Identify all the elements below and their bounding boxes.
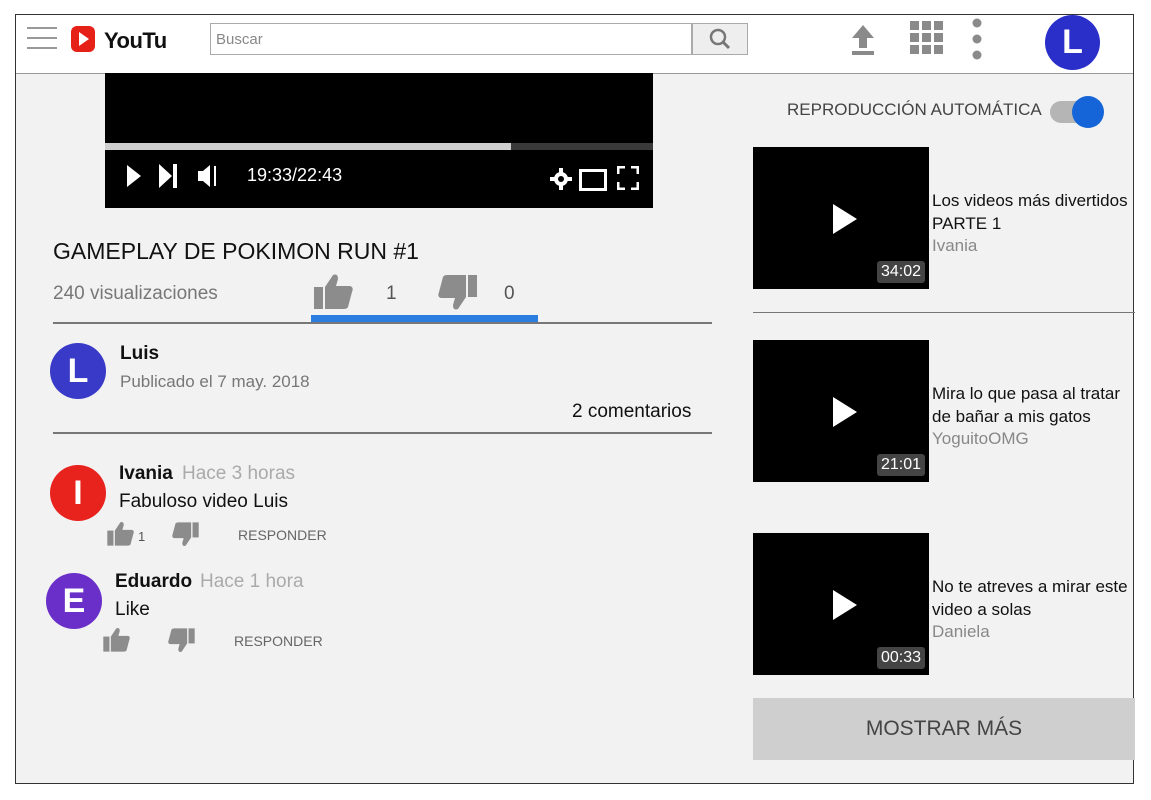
comment-like-icon[interactable] [103,627,131,653]
comment-text: Like [115,599,150,620]
video-duration: 21:01 [876,454,925,476]
autoplay-toggle-knob [1072,96,1104,128]
dislike-count: 0 [504,283,515,304]
comment-like-count: 1 [138,529,146,544]
video-title-line[interactable]: video a solas [932,598,1031,621]
fullscreen-icon[interactable] [617,166,639,190]
video-duration: 00:33 [876,647,925,669]
uploader-avatar-letter: L [67,352,89,390]
video-channel[interactable]: Daniela [932,622,990,642]
search-input[interactable] [211,24,691,54]
comment-author[interactable]: Ivania [119,463,173,485]
suggested-video[interactable]: 34:02 Los videos más divertidos PARTE 1 … [753,147,1135,291]
video-title-line[interactable]: Los videos más divertidos [932,189,1128,212]
view-count: 240 visualizaciones [53,283,218,304]
dislike-icon[interactable] [437,273,477,311]
play-icon[interactable] [127,165,141,187]
video-thumbnail[interactable]: 34:02 [753,147,929,289]
like-count: 1 [386,283,397,304]
progress-bar[interactable] [105,143,653,150]
play-icon [833,204,857,234]
play-icon [833,590,857,620]
publish-date: Publicado el 7 may. 2018 [120,372,310,391]
volume-icon[interactable] [198,163,220,189]
divider [753,312,1135,313]
comment-author[interactable]: Eduardo [115,571,192,593]
suggested-video[interactable]: 21:01 Mira lo que pasa al tratar de baña… [753,340,1135,484]
search-icon [709,28,731,50]
upload-icon[interactable] [850,23,876,57]
video-thumbnail[interactable]: 00:33 [753,533,929,675]
divider [53,322,712,324]
show-more-button[interactable]: MOSTRAR MÁS [753,698,1135,760]
app-frame: YouTu L [15,14,1135,784]
theater-mode-icon[interactable] [579,169,607,191]
comment-time: Hace 3 horas [182,463,296,484]
more-options-icon[interactable] [970,17,984,61]
account-avatar[interactable]: L [1045,15,1100,70]
search-button[interactable] [692,23,748,55]
video-title-line[interactable]: PARTE 1 [932,212,1001,235]
autoplay-label: REPRODUCCIÓN AUTOMÁTICA [787,100,1042,119]
comments-count: 2 comentarios [572,401,692,422]
menu-icon[interactable] [27,25,57,51]
account-avatar-letter: L [1062,23,1083,61]
comment-item: E Eduardo Hace 1 hora Like RESPONDER [16,563,716,663]
playback-time: 19:33/22:43 [247,165,343,185]
video-title-line[interactable]: Mira lo que pasa al tratar [932,382,1120,405]
top-bar: YouTu L [16,15,1133,74]
reply-button[interactable]: RESPONDER [234,633,323,649]
comment-avatar[interactable]: I [50,465,106,521]
progress-bar-fill [105,143,511,150]
video-duration: 34:02 [876,261,925,283]
video-title-line[interactable]: No te atreves a mirar este [932,575,1128,598]
uploader-name[interactable]: Luis [120,343,159,365]
comment-like-icon[interactable] [107,521,135,547]
video-channel[interactable]: YoguitoOMG [932,429,1029,449]
comment-avatar-letter: I [73,474,83,512]
settings-gear-icon[interactable] [550,167,572,191]
divider [53,432,712,434]
youtube-logo-icon[interactable] [71,26,95,52]
suggested-video[interactable]: 00:33 No te atreves a mirar este video a… [753,533,1135,677]
reply-button[interactable]: RESPONDER [238,527,327,543]
autoplay-toggle[interactable] [1048,95,1106,129]
video-title-line[interactable]: de bañar a mis gatos [932,405,1091,428]
comment-item: I Ivania Hace 3 horas Fabuloso video Lui… [16,455,716,555]
uploader-avatar[interactable]: L [50,343,106,399]
like-icon[interactable] [314,273,354,311]
search-box [210,23,692,55]
comment-avatar-letter: E [62,582,86,620]
video-player[interactable]: 19:33/22:43 [105,73,653,208]
comment-text: Fabuloso video Luis [119,491,288,512]
play-icon [833,397,857,427]
video-channel[interactable]: Ivania [932,236,977,256]
comment-dislike-icon[interactable] [171,521,199,547]
logo-text[interactable]: YouTu [104,28,167,54]
video-title: GAMEPLAY DE POKIMON RUN #1 [53,238,419,264]
comment-dislike-icon[interactable] [167,627,195,653]
video-thumbnail[interactable]: 21:01 [753,340,929,482]
next-icon[interactable] [159,164,177,188]
comment-time: Hace 1 hora [200,571,304,592]
apps-grid-icon[interactable] [910,21,944,55]
comment-avatar[interactable]: E [46,573,102,629]
